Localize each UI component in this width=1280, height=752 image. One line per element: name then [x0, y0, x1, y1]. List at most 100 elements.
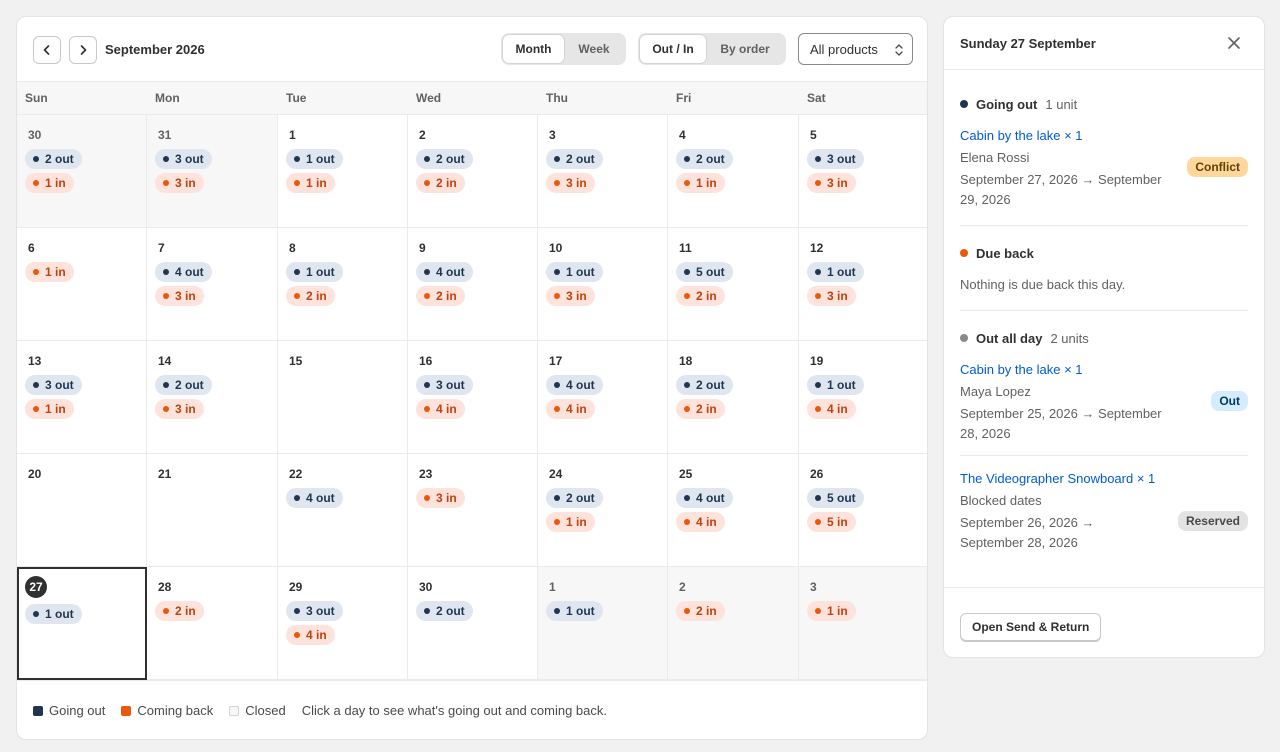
coming-back-pill[interactable]: 5 in	[807, 512, 856, 532]
day-cell[interactable]: 9 4 out 2 in	[408, 228, 538, 341]
going-out-pill[interactable]: 2 out	[25, 149, 82, 169]
coming-back-pill[interactable]: 3 in	[416, 488, 465, 508]
coming-back-pill[interactable]: 2 in	[676, 286, 725, 306]
coming-back-pill[interactable]: 3 in	[155, 286, 204, 306]
day-cell[interactable]: 18 2 out 2 in	[668, 341, 799, 454]
going-out-pill[interactable]: 4 out	[676, 488, 733, 508]
day-cell[interactable]: 24 2 out 1 in	[538, 454, 668, 567]
coming-back-pill[interactable]: 1 in	[676, 173, 725, 193]
day-cell[interactable]: 22 4 out	[278, 454, 408, 567]
coming-back-pill[interactable]: 1 in	[807, 601, 856, 621]
coming-back-pill[interactable]: 4 in	[416, 399, 465, 419]
tab-by-order[interactable]: By order	[706, 35, 784, 63]
tab-out-in[interactable]: Out / In	[640, 35, 706, 63]
day-cell[interactable]: 10 1 out 3 in	[538, 228, 668, 341]
day-cell-selected[interactable]: 27 1 out	[17, 567, 147, 680]
going-out-pill[interactable]: 1 out	[807, 375, 864, 395]
day-cell[interactable]: 2 2 in	[668, 567, 799, 680]
day-cell[interactable]: 1 1 out	[538, 567, 668, 680]
coming-back-pill[interactable]: 2 in	[155, 601, 204, 621]
day-cell[interactable]: 19 1 out 4 in	[799, 341, 927, 454]
going-out-pill[interactable]: 4 out	[416, 262, 473, 282]
coming-back-pill[interactable]: 4 in	[676, 512, 725, 532]
day-cell[interactable]: 1 1 out 1 in	[278, 115, 408, 228]
day-cell[interactable]: 11 5 out 2 in	[668, 228, 799, 341]
day-cell[interactable]: 21	[147, 454, 278, 567]
day-cell[interactable]: 26 5 out 5 in	[799, 454, 927, 567]
coming-back-pill[interactable]: 3 in	[155, 399, 204, 419]
going-out-pill[interactable]: 4 out	[155, 262, 212, 282]
going-out-pill[interactable]: 1 out	[546, 262, 603, 282]
going-out-pill[interactable]: 1 out	[807, 262, 864, 282]
going-out-pill[interactable]: 3 out	[155, 149, 212, 169]
going-out-pill[interactable]: 3 out	[807, 149, 864, 169]
coming-back-pill[interactable]: 3 in	[546, 173, 595, 193]
day-cell[interactable]: 5 3 out 3 in	[799, 115, 927, 228]
day-cell[interactable]: 2 2 out 2 in	[408, 115, 538, 228]
booking-link[interactable]: The Videographer Snowboard × 1	[960, 469, 1160, 489]
day-cell[interactable]: 23 3 in	[408, 454, 538, 567]
day-cell[interactable]: 6 1 in	[17, 228, 147, 341]
coming-back-pill[interactable]: 2 in	[286, 286, 335, 306]
day-cell[interactable]: 28 2 in	[147, 567, 278, 680]
coming-back-pill[interactable]: 2 in	[416, 173, 465, 193]
day-cell[interactable]: 17 4 out 4 in	[538, 341, 668, 454]
going-out-pill[interactable]: 2 out	[676, 375, 733, 395]
going-out-pill[interactable]: 1 out	[546, 601, 603, 621]
day-cell[interactable]: 20	[17, 454, 147, 567]
going-out-pill[interactable]: 5 out	[676, 262, 733, 282]
coming-back-pill[interactable]: 4 in	[546, 399, 595, 419]
going-out-pill[interactable]: 3 out	[25, 375, 82, 395]
coming-back-pill[interactable]: 2 in	[676, 399, 725, 419]
going-out-pill[interactable]: 1 out	[25, 604, 82, 624]
previous-month-button[interactable]	[33, 36, 61, 64]
day-cell[interactable]: 16 3 out 4 in	[408, 341, 538, 454]
going-out-pill[interactable]: 2 out	[546, 488, 603, 508]
coming-back-pill[interactable]: 3 in	[546, 286, 595, 306]
next-month-button[interactable]	[69, 36, 97, 64]
going-out-pill[interactable]: 4 out	[546, 375, 603, 395]
day-cell[interactable]: 13 3 out 1 in	[17, 341, 147, 454]
day-cell[interactable]: 3 1 in	[799, 567, 927, 680]
going-out-pill[interactable]: 2 out	[546, 149, 603, 169]
going-out-pill[interactable]: 3 out	[416, 375, 473, 395]
day-cell[interactable]: 3 2 out 3 in	[538, 115, 668, 228]
day-cell[interactable]: 25 4 out 4 in	[668, 454, 799, 567]
booking-link[interactable]: Cabin by the lake × 1	[960, 126, 1176, 146]
going-out-pill[interactable]: 2 out	[416, 601, 473, 621]
going-out-pill[interactable]: 2 out	[155, 375, 212, 395]
product-filter-select[interactable]: All products	[798, 33, 913, 65]
coming-back-pill[interactable]: 2 in	[676, 601, 725, 621]
day-cell[interactable]: 29 3 out 4 in	[278, 567, 408, 680]
coming-back-pill[interactable]: 3 in	[807, 286, 856, 306]
going-out-pill[interactable]: 4 out	[286, 488, 343, 508]
open-send-return-button[interactable]: Open Send & Return	[960, 613, 1102, 641]
day-cell[interactable]: 30 2 out 1 in	[17, 115, 147, 228]
going-out-pill[interactable]: 2 out	[676, 149, 733, 169]
day-cell[interactable]: 8 1 out 2 in	[278, 228, 408, 341]
going-out-pill[interactable]: 2 out	[416, 149, 473, 169]
coming-back-pill[interactable]: 4 in	[807, 399, 856, 419]
coming-back-pill[interactable]: 3 in	[807, 173, 856, 193]
day-cell[interactable]: 12 1 out 3 in	[799, 228, 927, 341]
coming-back-pill[interactable]: 1 in	[25, 399, 74, 419]
coming-back-pill[interactable]: 1 in	[286, 173, 335, 193]
coming-back-pill[interactable]: 4 in	[286, 625, 335, 645]
tab-month[interactable]: Month	[503, 35, 564, 63]
coming-back-pill[interactable]: 1 in	[25, 173, 74, 193]
going-out-pill[interactable]: 3 out	[286, 601, 343, 621]
tab-week[interactable]: Week	[564, 35, 624, 63]
coming-back-pill[interactable]: 1 in	[546, 512, 595, 532]
day-cell[interactable]: 30 2 out	[408, 567, 538, 680]
coming-back-pill[interactable]: 2 in	[416, 286, 465, 306]
coming-back-pill[interactable]: 1 in	[25, 262, 74, 282]
going-out-pill[interactable]: 1 out	[286, 149, 343, 169]
day-cell[interactable]: 15	[278, 341, 408, 454]
going-out-pill[interactable]: 1 out	[286, 262, 343, 282]
close-icon[interactable]	[1226, 35, 1242, 51]
booking-link[interactable]: Cabin by the lake × 1	[960, 360, 1180, 380]
coming-back-pill[interactable]: 3 in	[155, 173, 204, 193]
day-cell[interactable]: 14 2 out 3 in	[147, 341, 278, 454]
day-cell[interactable]: 7 4 out 3 in	[147, 228, 278, 341]
day-cell[interactable]: 4 2 out 1 in	[668, 115, 799, 228]
